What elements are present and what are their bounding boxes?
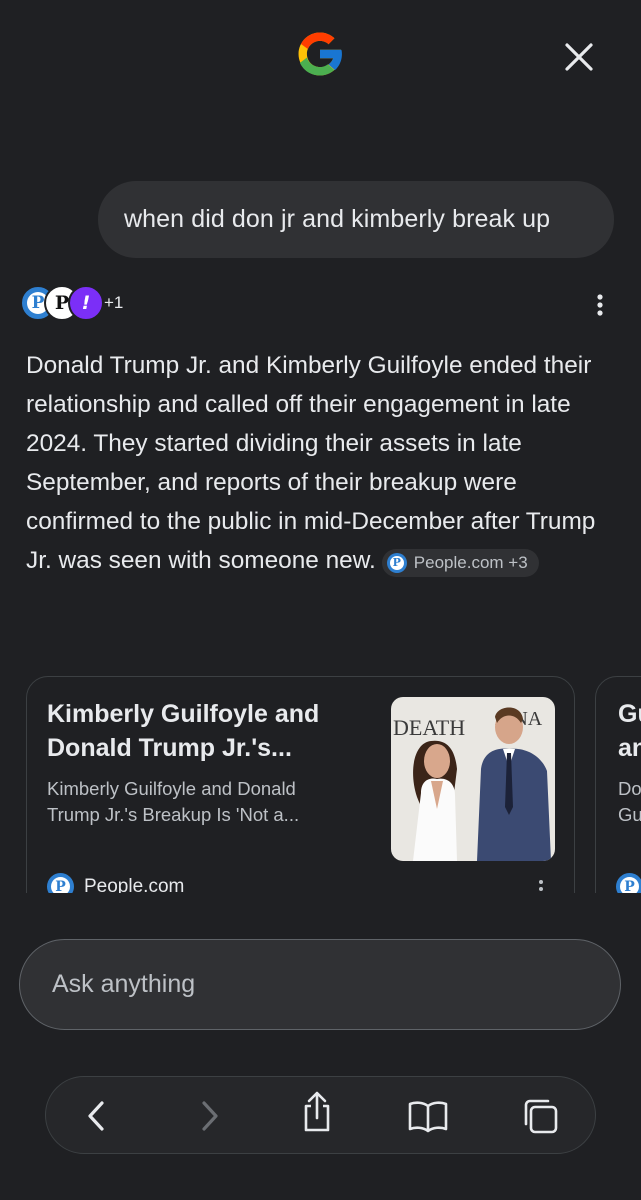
ask-anything-input[interactable]: Ask anything xyxy=(19,939,621,1030)
close-icon[interactable] xyxy=(560,38,598,76)
card-source-label: People.com xyxy=(84,875,185,894)
result-card[interactable]: Gu an Do Gu P xyxy=(595,676,641,893)
user-query-text: when did don jr and kimberly break up xyxy=(124,205,551,233)
card-title: Kimberly Guilfoyle and Donald Trump Jr.'… xyxy=(47,700,320,762)
tabs-icon[interactable] xyxy=(518,1094,562,1138)
yahoo-logo-icon: ! xyxy=(68,285,104,321)
user-query-bubble: when did don jr and kimberly break up xyxy=(98,181,614,258)
ai-answer-text: Donald Trump Jr. and Kimberly Guilfoyle … xyxy=(26,352,596,574)
card-snippet: Kimberly Guilfoyle and Donald Trump Jr.'… xyxy=(47,778,300,825)
card-source: P People.com xyxy=(47,873,184,893)
people-logo-icon: P xyxy=(386,553,407,573)
ai-answer: Donald Trump Jr. and Kimberly Guilfoyle … xyxy=(26,346,626,580)
browser-toolbar xyxy=(45,1076,596,1154)
card-title: Gu an xyxy=(618,700,641,762)
source-logo-icon: P xyxy=(616,873,641,893)
ask-input-placeholder: Ask anything xyxy=(52,970,196,998)
result-cards-carousel[interactable]: Kimberly Guilfoyle and Donald Trump Jr.'… xyxy=(0,676,641,893)
card-thumbnail-image: DEATH A NA xyxy=(391,697,555,861)
result-card[interactable]: Kimberly Guilfoyle and Donald Trump Jr.'… xyxy=(26,676,575,893)
source-avatars[interactable]: P P ! xyxy=(20,285,110,321)
google-g-icon xyxy=(298,32,343,76)
more-sources-count[interactable]: +1 xyxy=(104,293,123,313)
source-chip-label: People.com +3 xyxy=(413,553,528,572)
back-icon[interactable] xyxy=(74,1094,118,1138)
bookmarks-icon[interactable] xyxy=(406,1094,450,1138)
more-vert-icon[interactable] xyxy=(533,877,549,893)
share-icon[interactable] xyxy=(295,1090,339,1134)
more-vert-icon[interactable] xyxy=(588,290,612,320)
people-logo-icon: P xyxy=(47,873,74,893)
source-chip[interactable]: P People.com +3 xyxy=(381,549,539,577)
card-snippet: Do Gu xyxy=(618,778,641,825)
forward-icon[interactable] xyxy=(188,1094,232,1138)
svg-text:DEATH: DEATH xyxy=(393,715,465,740)
